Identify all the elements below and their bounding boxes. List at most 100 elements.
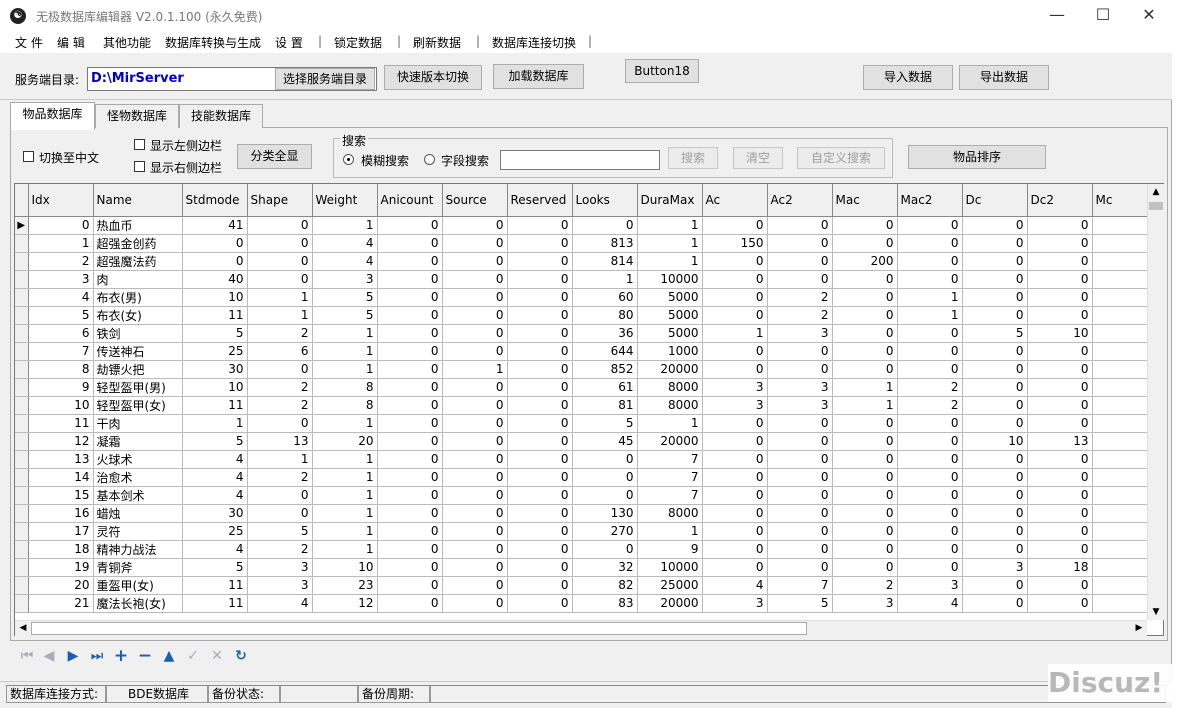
menu-convert[interactable]: 数据库转换与生成 bbox=[165, 34, 261, 51]
cell-duramax[interactable]: 1 bbox=[637, 522, 703, 541]
cell-dc2[interactable]: 0 bbox=[1027, 360, 1093, 379]
cell-looks[interactable]: 0 bbox=[572, 540, 638, 559]
cell-source[interactable]: 0 bbox=[442, 324, 508, 343]
cell-idx[interactable]: 8 bbox=[28, 360, 94, 379]
cell-name[interactable]: 基本剑术 bbox=[93, 486, 183, 505]
cell-dc2[interactable]: 0 bbox=[1027, 522, 1093, 541]
cell-mac[interactable]: 0 bbox=[832, 342, 898, 361]
table-row[interactable]: 3 肉 40 0 3 0 0 0 1 10000 0 0 0 0 0 0 bbox=[15, 270, 1158, 289]
cell-ac2[interactable]: 0 bbox=[767, 486, 833, 505]
cell-idx[interactable]: 20 bbox=[28, 576, 94, 595]
column-header-ac[interactable]: Ac bbox=[702, 184, 768, 217]
cell-stdmode[interactable]: 25 bbox=[182, 342, 248, 361]
table-row[interactable]: 6 铁剑 5 2 1 0 0 0 36 5000 1 3 0 0 5 10 bbox=[15, 324, 1158, 343]
cell-dc2[interactable]: 0 bbox=[1027, 288, 1093, 307]
cell-duramax[interactable]: 7 bbox=[637, 486, 703, 505]
cell-dc[interactable]: 0 bbox=[962, 360, 1028, 379]
cell-idx[interactable]: 5 bbox=[28, 306, 94, 325]
table-row[interactable]: 8 劫镖火把 30 0 1 0 1 0 852 20000 0 0 0 0 0 0 bbox=[15, 360, 1158, 379]
cell-dc2[interactable]: 10 bbox=[1027, 324, 1093, 343]
cell-weight[interactable]: 5 bbox=[312, 288, 378, 307]
export-button[interactable]: 导出数据 bbox=[959, 65, 1049, 90]
cell-idx[interactable]: 1 bbox=[28, 234, 94, 253]
cell-mac[interactable]: 0 bbox=[832, 234, 898, 253]
cell-source[interactable]: 0 bbox=[442, 432, 508, 451]
table-row[interactable]: 14 治愈术 4 2 1 0 0 0 0 7 0 0 0 0 0 0 bbox=[15, 468, 1158, 487]
table-row[interactable]: 17 灵符 25 5 1 0 0 0 270 1 0 0 0 0 0 0 bbox=[15, 522, 1158, 541]
cell-mac2[interactable]: 0 bbox=[897, 558, 963, 577]
cell-looks[interactable]: 32 bbox=[572, 558, 638, 577]
cell-reserved[interactable]: 0 bbox=[507, 270, 573, 289]
clear-button[interactable]: 清空 bbox=[733, 147, 783, 169]
table-row[interactable]: 2 超强魔法药 0 0 4 0 0 0 814 1 0 0 200 0 0 0 bbox=[15, 252, 1158, 271]
cell-duramax[interactable]: 20000 bbox=[637, 432, 703, 451]
cell-ac[interactable]: 0 bbox=[702, 432, 768, 451]
grid-horizontal-scrollbar[interactable]: ◀ ▶ bbox=[15, 620, 1147, 636]
cell-ac[interactable]: 4 bbox=[702, 576, 768, 595]
cell-stdmode[interactable]: 0 bbox=[182, 234, 248, 253]
cell-ac2[interactable]: 0 bbox=[767, 234, 833, 253]
cell-ac2[interactable]: 0 bbox=[767, 432, 833, 451]
cell-shape[interactable]: 2 bbox=[247, 324, 313, 343]
row-indicator[interactable] bbox=[15, 342, 29, 361]
close-button[interactable]: ✕ bbox=[1126, 0, 1172, 31]
cell-weight[interactable]: 1 bbox=[312, 486, 378, 505]
cell-stdmode[interactable]: 30 bbox=[182, 360, 248, 379]
cell-duramax[interactable]: 20000 bbox=[637, 360, 703, 379]
cell-name[interactable]: 干肉 bbox=[93, 414, 183, 433]
row-indicator[interactable] bbox=[15, 360, 29, 379]
cell-name[interactable]: 肉 bbox=[93, 270, 183, 289]
cell-ac[interactable]: 3 bbox=[702, 378, 768, 397]
cell-anicount[interactable]: 0 bbox=[377, 432, 443, 451]
cell-weight[interactable]: 3 bbox=[312, 270, 378, 289]
cell-idx[interactable]: 9 bbox=[28, 378, 94, 397]
cell-source[interactable]: 0 bbox=[442, 576, 508, 595]
cell-mac[interactable]: 0 bbox=[832, 270, 898, 289]
cell-ac2[interactable]: 0 bbox=[767, 450, 833, 469]
cell-weight[interactable]: 1 bbox=[312, 522, 378, 541]
cell-anicount[interactable]: 0 bbox=[377, 576, 443, 595]
cell-anicount[interactable]: 0 bbox=[377, 396, 443, 415]
cell-source[interactable]: 0 bbox=[442, 270, 508, 289]
cell-source[interactable]: 0 bbox=[442, 234, 508, 253]
cell-ac2[interactable]: 0 bbox=[767, 414, 833, 433]
cell-name[interactable]: 轻型盔甲(女) bbox=[93, 396, 183, 415]
cell-shape[interactable]: 2 bbox=[247, 378, 313, 397]
cell-dc[interactable]: 0 bbox=[962, 468, 1028, 487]
cell-stdmode[interactable]: 4 bbox=[182, 486, 248, 505]
scroll-right-icon[interactable]: ▶ bbox=[1131, 621, 1147, 636]
cell-duramax[interactable]: 8000 bbox=[637, 378, 703, 397]
cell-shape[interactable]: 2 bbox=[247, 396, 313, 415]
table-row[interactable]: 18 精神力战法 4 2 1 0 0 0 0 9 0 0 0 0 0 0 bbox=[15, 540, 1158, 559]
cell-dc2[interactable]: 0 bbox=[1027, 270, 1093, 289]
cell-mac2[interactable]: 0 bbox=[897, 414, 963, 433]
cell-reserved[interactable]: 0 bbox=[507, 252, 573, 271]
column-header-stdmode[interactable]: Stdmode bbox=[182, 184, 248, 217]
delete-record-icon[interactable]: − bbox=[134, 644, 156, 668]
cell-anicount[interactable]: 0 bbox=[377, 594, 443, 613]
cell-ac[interactable]: 0 bbox=[702, 504, 768, 523]
cell-stdmode[interactable]: 4 bbox=[182, 540, 248, 559]
cell-duramax[interactable]: 1000 bbox=[637, 342, 703, 361]
cell-dc[interactable]: 0 bbox=[962, 306, 1028, 325]
cell-stdmode[interactable]: 11 bbox=[182, 594, 248, 613]
cell-dc[interactable]: 0 bbox=[962, 396, 1028, 415]
cell-shape[interactable]: 0 bbox=[247, 252, 313, 271]
sort-items-button[interactable]: 物品排序 bbox=[908, 145, 1046, 169]
cell-looks[interactable]: 83 bbox=[572, 594, 638, 613]
cell-mac2[interactable]: 0 bbox=[897, 216, 963, 235]
cell-dc2[interactable]: 0 bbox=[1027, 504, 1093, 523]
cell-name[interactable]: 精神力战法 bbox=[93, 540, 183, 559]
row-indicator[interactable] bbox=[15, 558, 29, 577]
cell-ac[interactable]: 0 bbox=[702, 288, 768, 307]
cell-dc2[interactable]: 0 bbox=[1027, 468, 1093, 487]
cell-stdmode[interactable]: 5 bbox=[182, 558, 248, 577]
cell-looks[interactable]: 36 bbox=[572, 324, 638, 343]
cell-reserved[interactable]: 0 bbox=[507, 216, 573, 235]
cell-stdmode[interactable]: 0 bbox=[182, 252, 248, 271]
cell-dc[interactable]: 5 bbox=[962, 324, 1028, 343]
cell-reserved[interactable]: 0 bbox=[507, 306, 573, 325]
cell-idx[interactable]: 12 bbox=[28, 432, 94, 451]
column-header-shape[interactable]: Shape bbox=[247, 184, 313, 217]
items-data-grid[interactable]: Idx Name Stdmode Shape Weight Anicount Source R… bbox=[14, 183, 1164, 636]
